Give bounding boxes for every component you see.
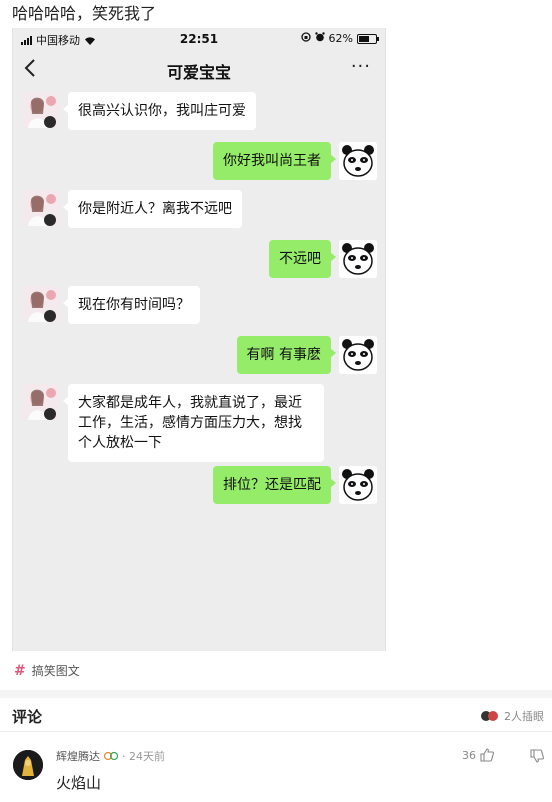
message-bubble[interactable]: 排位？还是匹配: [213, 466, 336, 504]
message-bubble[interactable]: 大家都是成年人，我就直说了，最近工作，生活，感情方面压力大，想找个人放松一下: [63, 384, 324, 462]
avatar[interactable]: [339, 336, 377, 374]
avatar[interactable]: [23, 190, 59, 226]
comment-text: 火焰山: [56, 774, 102, 792]
avatar[interactable]: [339, 240, 377, 278]
like-count: 36: [462, 748, 476, 762]
comment-item: 辉煌腾达 · 24天前 火焰山 36: [0, 742, 552, 802]
battery-percent: 62%: [328, 32, 353, 45]
hash-icon: #: [14, 662, 26, 679]
level-badge-icon: [104, 751, 118, 761]
message-bubble[interactable]: 有啊 有事麽: [236, 336, 337, 374]
topic-tag-label: 搞笑图文: [31, 664, 80, 678]
message-bubble[interactable]: 不远吧: [269, 240, 336, 278]
avatar[interactable]: [23, 92, 59, 128]
message-bubble[interactable]: 你好我叫尚王者: [213, 142, 336, 180]
viewers-badge[interactable]: 2人插眼: [480, 708, 544, 724]
rotation-lock-icon: [300, 32, 311, 45]
comment-username[interactable]: 辉煌腾达: [56, 748, 100, 764]
message-bubble[interactable]: 很高兴认识你，我叫庄可爱: [63, 92, 256, 130]
topic-tag[interactable]: # 搞笑图文: [14, 662, 80, 679]
chat-navbar: 可爱宝宝 ···: [13, 50, 385, 88]
viewers-count: 2人插眼: [504, 710, 544, 723]
more-dots-icon[interactable]: ···: [351, 56, 371, 77]
thumbs-down-icon: [530, 749, 544, 763]
avatar[interactable]: [23, 286, 59, 322]
comments-label: 评论: [12, 708, 43, 726]
message-bubble[interactable]: 你是附近人？离我不远吧: [63, 190, 242, 228]
avatar[interactable]: [339, 466, 377, 504]
message-bubble[interactable]: 现在你有时间吗？: [63, 286, 200, 324]
alarm-icon: [314, 32, 325, 45]
avatar[interactable]: [13, 750, 43, 780]
comment-time: · 24天前: [122, 750, 165, 763]
post-title: 哈哈哈哈，笑死我了: [12, 4, 157, 23]
viewer-avatars-icon: [481, 711, 498, 721]
avatar[interactable]: [23, 384, 59, 420]
chat-title: 可爱宝宝: [166, 63, 231, 82]
chat-screenshot: 中国移动 22:51 62% 可爱宝宝 ··· 很高兴认识你，我叫庄可爱你好我叫…: [12, 28, 386, 651]
thumbs-up-icon: [480, 748, 494, 762]
status-bar: 中国移动 22:51 62%: [13, 28, 385, 50]
dislike-button[interactable]: [530, 748, 544, 767]
section-divider: [0, 690, 552, 698]
battery-icon: [357, 33, 379, 44]
avatar[interactable]: [339, 142, 377, 180]
comments-header: 评论 2人插眼: [0, 698, 552, 732]
like-button[interactable]: 36: [462, 748, 494, 762]
